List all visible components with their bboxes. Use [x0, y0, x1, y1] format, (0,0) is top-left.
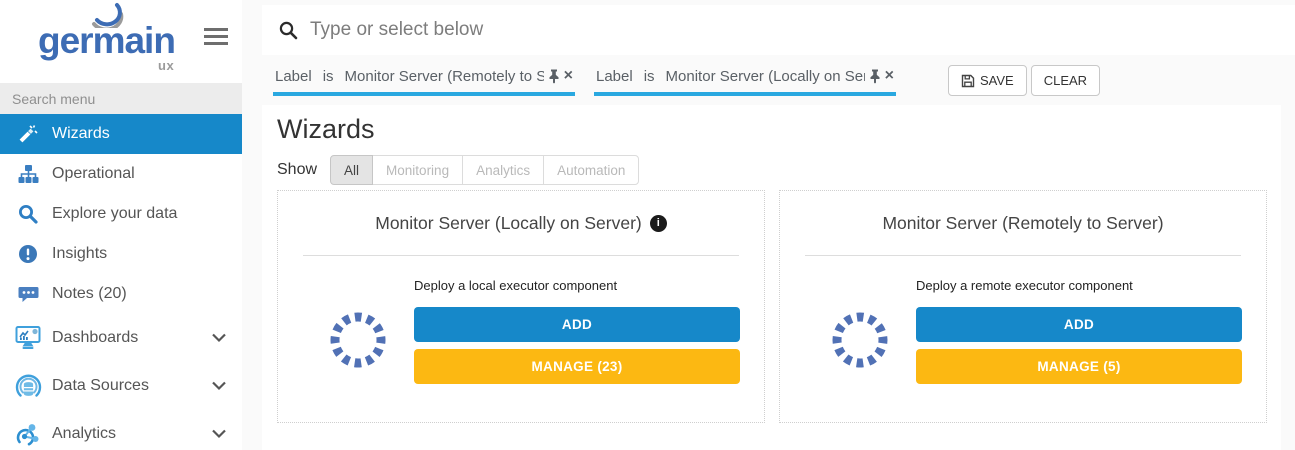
- card-title: Monitor Server (Remotely to Server): [882, 213, 1163, 234]
- wizard-card-monitor-server-remotely: Monitor Server (Remotely to Server) Depl…: [779, 190, 1267, 423]
- sitemap-icon: [13, 164, 43, 184]
- wizard-card-monitor-server-locally: Monitor Server (Locally on Server) i Dep…: [277, 190, 765, 423]
- save-disk-icon: [961, 74, 975, 88]
- sidebar-item-dashboards[interactable]: Dashboards: [0, 314, 242, 362]
- global-search-bar: [262, 5, 1295, 55]
- sidebar-search-input[interactable]: [0, 83, 242, 114]
- sidebar-item-wizards[interactable]: Wizards: [0, 114, 242, 154]
- card-description: Deploy a remote executor component: [916, 278, 1242, 293]
- tab-analytics[interactable]: Analytics: [462, 155, 544, 185]
- sidebar-item-label: Notes (20): [52, 285, 127, 303]
- wizard-cards: Monitor Server (Locally on Server) i Dep…: [277, 190, 1281, 423]
- clear-button[interactable]: CLEAR: [1031, 65, 1100, 96]
- search-icon: [279, 21, 298, 40]
- database-icon: [13, 373, 43, 400]
- show-label: Show: [277, 161, 317, 179]
- sidebar-item-notes[interactable]: Notes (20): [0, 274, 242, 314]
- logo-sub-text: ux: [158, 58, 174, 73]
- sidebar-item-label: Data Sources: [52, 377, 149, 395]
- main-content: Label is Monitor Server (Remotely to Se …: [242, 0, 1295, 450]
- filter-field: Label: [275, 68, 312, 85]
- save-button-label: SAVE: [980, 73, 1014, 88]
- chevron-down-icon[interactable]: [212, 334, 226, 343]
- sidebar-item-label: Insights: [52, 245, 107, 263]
- sidebar-menu: Wizards Operational Explore: [0, 114, 242, 450]
- logo-text: germain: [38, 22, 175, 59]
- sidebar-item-label: Dashboards: [52, 329, 138, 347]
- tab-all[interactable]: All: [330, 155, 373, 185]
- info-icon[interactable]: i: [650, 215, 667, 232]
- sidebar-item-operational[interactable]: Operational: [0, 154, 242, 194]
- sidebar-item-analytics[interactable]: Analytics: [0, 410, 242, 450]
- hamburger-menu-icon[interactable]: [204, 28, 228, 46]
- card-body: Deploy a remote executor component ADD M…: [780, 256, 1266, 384]
- chevron-down-icon[interactable]: [212, 430, 226, 439]
- card-body: Deploy a local executor component ADD MA…: [278, 256, 764, 384]
- manage-button[interactable]: MANAGE (23): [414, 349, 740, 384]
- sidebar-item-data-sources[interactable]: Data Sources: [0, 362, 242, 410]
- logo: germain ux: [0, 0, 242, 83]
- filter-field: Label: [596, 68, 633, 85]
- filter-operator: is: [323, 68, 334, 85]
- filter-chip[interactable]: Label is Monitor Server (Locally on Serv…: [594, 62, 896, 96]
- filter-operator: is: [644, 68, 655, 85]
- filter-chip[interactable]: Label is Monitor Server (Remotely to Se …: [273, 62, 575, 96]
- add-button[interactable]: ADD: [916, 307, 1242, 342]
- dashboard-icon: [13, 325, 43, 351]
- sidebar-item-label: Analytics: [52, 425, 116, 443]
- add-button[interactable]: ADD: [414, 307, 740, 342]
- sidebar-item-label: Operational: [52, 165, 135, 183]
- exclamation-circle-icon: [13, 244, 43, 264]
- show-filter-row: Show All Monitoring Analytics Automation: [277, 155, 639, 185]
- filter-actions: SAVE CLEAR: [948, 65, 1100, 96]
- save-button[interactable]: SAVE: [948, 65, 1027, 96]
- sidebar-item-label: Explore your data: [52, 205, 177, 223]
- filter-value: Monitor Server (Locally on Serv: [666, 68, 865, 85]
- card-actions-column: Deploy a local executor component ADD MA…: [414, 270, 740, 384]
- chevron-down-icon[interactable]: [212, 382, 226, 391]
- manage-button[interactable]: MANAGE (5): [916, 349, 1242, 384]
- comments-icon: [13, 284, 43, 304]
- spinner-icon: [804, 270, 916, 384]
- search-icon: [13, 204, 43, 224]
- sidebar: germain ux Wizards: [0, 0, 242, 450]
- card-title-row: Monitor Server (Locally on Server) i: [278, 191, 764, 255]
- card-title-row: Monitor Server (Remotely to Server): [780, 191, 1266, 255]
- card-actions-column: Deploy a remote executor component ADD M…: [916, 270, 1242, 384]
- tab-monitoring[interactable]: Monitoring: [372, 155, 463, 185]
- magic-wand-icon: [13, 124, 43, 144]
- analytics-icon: [13, 421, 43, 447]
- tab-automation[interactable]: Automation: [543, 155, 639, 185]
- filter-chips-row: Label is Monitor Server (Remotely to Se …: [273, 62, 915, 100]
- sidebar-item-label: Wizards: [52, 125, 110, 143]
- sidebar-item-insights[interactable]: Insights: [0, 234, 242, 274]
- close-icon[interactable]: ×: [885, 68, 894, 84]
- global-search-input[interactable]: [310, 19, 1110, 41]
- close-icon[interactable]: ×: [564, 68, 573, 84]
- pin-icon[interactable]: [869, 69, 881, 84]
- card-description: Deploy a local executor component: [414, 278, 740, 293]
- page-title: Wizards: [277, 114, 375, 145]
- sidebar-item-explore-your-data[interactable]: Explore your data: [0, 194, 242, 234]
- pin-icon[interactable]: [548, 69, 560, 84]
- spinner-icon: [302, 270, 414, 384]
- card-title: Monitor Server (Locally on Server): [375, 213, 641, 234]
- clear-button-label: CLEAR: [1044, 73, 1087, 88]
- filter-value: Monitor Server (Remotely to Se: [345, 68, 544, 85]
